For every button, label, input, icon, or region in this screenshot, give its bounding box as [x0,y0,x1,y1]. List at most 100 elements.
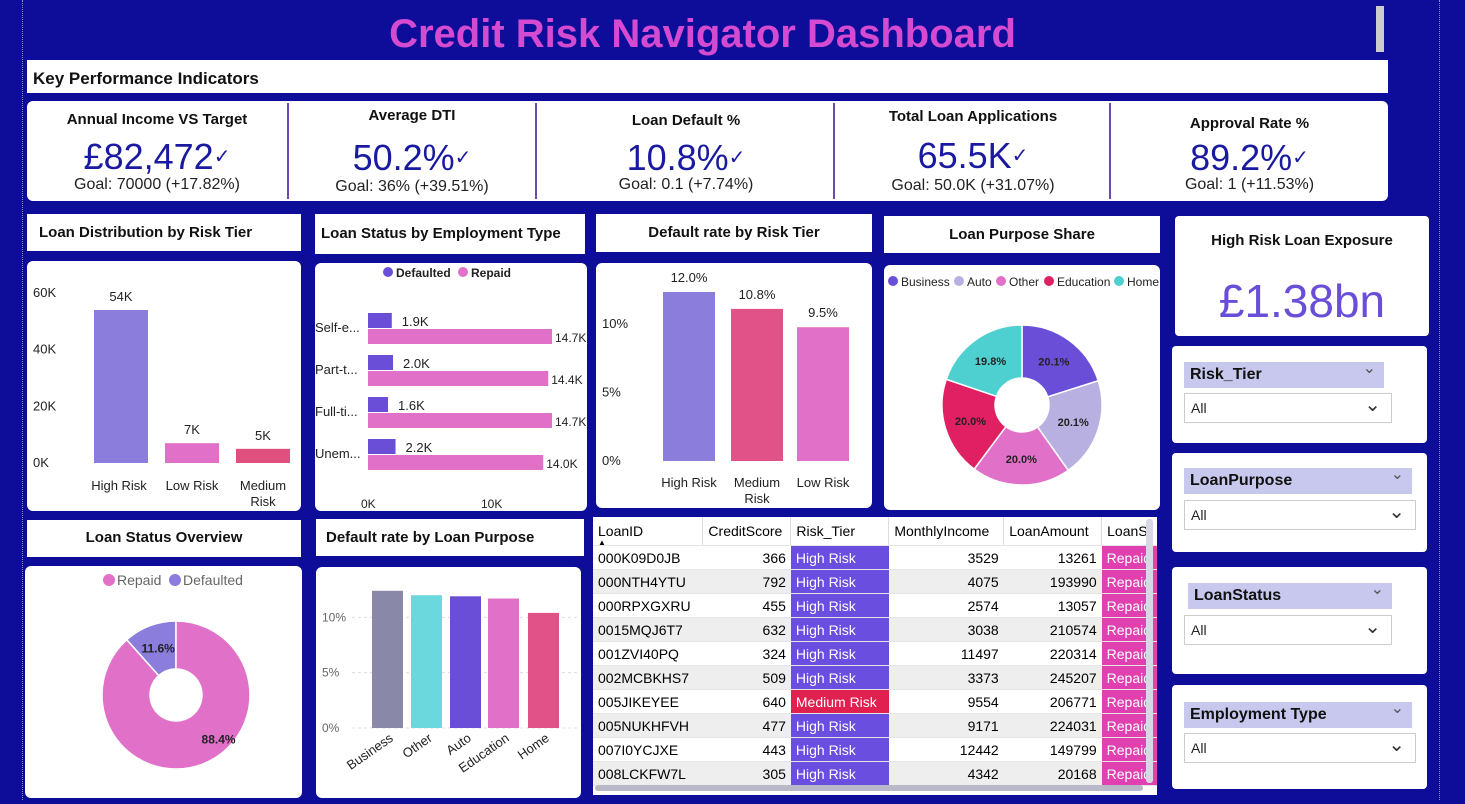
table-row[interactable]: 005JIKEYEE 640 Medium Risk 9554 206771 Repaid [593,689,1157,714]
table-cell: 443 [702,737,791,762]
risk-tier-chart: 0K 20K 40K 60K 54K 7K 5K High Risk Low Risk Mediu… [27,261,301,511]
slicer-label[interactable]: Employment Type ⌄ [1184,700,1412,728]
legend-marker [954,276,964,286]
table-cell: 007I0YCJXE [593,737,703,762]
data-label: 9.5% [808,305,838,320]
table-cell: High Risk [790,545,889,570]
data-label: 14.7K [555,331,586,345]
bar [731,308,783,461]
data-label: 20.0% [1006,454,1037,466]
data-label: 7K [184,422,200,437]
data-label: 88.4% [202,733,236,747]
column-header[interactable]: LoanID ▲ [593,517,704,546]
bar [411,595,442,728]
table-cell: High Risk [790,569,889,594]
y-tick-label: 5% [322,666,340,680]
slicer-dropdown[interactable]: All ⌄ [1184,733,1416,763]
y-tick-label: Self-e... [315,320,360,335]
table-row[interactable]: 000RPXGXRU 455 High Risk 2574 13057 Repaid [593,593,1157,618]
table-row[interactable]: 007I0YCJXE 443 High Risk 12442 149799 Repaid [593,737,1157,762]
column-header[interactable]: MonthlyIncome [888,517,1005,546]
table-row[interactable]: 002MCBKHS7 509 High Risk 3373 245207 Repaid [593,665,1157,690]
status-overview-chart-title: Loan Status Overview [27,520,301,557]
slicer-label[interactable]: Risk_Tier ⌄ [1184,360,1384,388]
kpi-card: Total Loan Applications 65.5K✓ Goal: 50.… [835,101,1111,201]
legend-label: Defaulted [183,572,243,588]
slicer-label[interactable]: LoanStatus ⌄ [1188,581,1392,609]
table-row[interactable]: 000NTH4YTU 792 High Risk 4075 193990 Repaid [593,569,1157,594]
status-overview-chart: Repaid Defaulted 11.6% 88.4% [25,566,302,798]
kpi-value: 65.5K✓ [835,135,1111,177]
slicer-value: All [1191,622,1207,638]
exposure-card: High Risk Loan Exposure £1.38bn [1175,216,1429,336]
legend-marker [1044,276,1054,286]
table-cell: 002MCBKHS7 [593,665,703,690]
table-cell: 12442 [888,737,1004,762]
table-cell: 224031 [1003,713,1102,738]
y-tick-label: 0% [322,721,340,735]
column-header[interactable]: LoanAmount [1003,517,1103,546]
slicer-dropdown[interactable]: All ⌄ [1184,615,1392,645]
slicer-dropdown[interactable]: All ⌄ [1184,393,1392,423]
table-cell: High Risk [790,713,889,738]
data-label: 19.8% [975,356,1006,368]
loan-table[interactable]: LoanID ▲ CreditScore Risk_Tier MonthlyIncome… [593,517,1157,795]
kpi-goal: Goal: 50.0K (+31.07%) [891,177,1055,194]
table-cell: 000K09D0JB [593,545,703,570]
table-row[interactable]: 005NUKHFVH 477 High Risk 9171 224031 Repaid [593,713,1157,738]
bar-defaulted [368,355,394,370]
bar [165,443,219,463]
data-label: 20.0% [955,416,986,428]
legend-marker [888,276,898,286]
data-label: 1.9K [402,314,429,329]
column-header[interactable]: CreditScore [702,517,792,546]
kpi-divider [1109,103,1111,199]
column-header[interactable]: Risk_Tier [790,517,890,546]
bar [488,598,519,728]
slicer-label-text: Employment Type [1190,706,1327,723]
data-label: 1.6K [398,398,425,413]
risk-tier-title-text: Loan Distribution by Risk Tier [39,224,253,241]
x-tick-label: Low Risk [797,475,850,490]
table-cell: 206771 [1003,689,1102,714]
kpi-section-header: Key Performance Indicators [27,60,1388,93]
risk-tier-chart-title: Loan Distribution by Risk Tier [27,214,301,251]
table-cell: 13057 [1003,593,1102,618]
table-row[interactable]: 008LCKFW7L 305 High Risk 4342 20168 Repaid [593,761,1157,786]
table-cell: 640 [702,689,791,714]
slicer-label-text: Risk_Tier [1190,366,1262,383]
purpose-share-chart-svg: Business Auto Other Education Home 20.1% 20.1%… [888,275,1159,486]
slicer-label-text: LoanStatus [1194,587,1282,604]
default-tier-chart-svg: 0% 5% 10% 12.0% 10.8% 9.5% High Risk MediumRisk… [602,270,850,506]
kpi-card: Annual Income VS Target £82,472✓ Goal: 7… [27,101,287,201]
table-cell: High Risk [790,641,889,666]
table-cell: 008LCKFW7L [593,761,703,786]
bar-defaulted [368,397,389,412]
table-cell: 0015MQJ6T7 [593,617,703,642]
table-vertical-scrollbar[interactable] [1146,519,1153,783]
table-cell: 193990 [1003,569,1102,594]
employment-chart-title: Loan Status by Employment Type [315,214,585,254]
chevron-down-icon: ⌄ [1364,616,1381,638]
y-tick-label: 10% [322,610,346,624]
loan-table-grid: LoanID ▲ CreditScore Risk_Tier MonthlyIncome… [593,517,1157,786]
check-icon: ✓ [1011,145,1029,167]
y-tick-label: Full-ti... [315,404,358,419]
table-cell: 000RPXGXRU [593,593,703,618]
kpi-divider [833,103,835,199]
purpose-share-chart: Business Auto Other Education Home 20.1% 20.1%… [884,265,1160,510]
default-purpose-chart-title: Default rate by Loan Purpose [316,519,584,556]
legend-marker [103,574,115,586]
default-tier-chart-title: Default rate by Risk Tier [596,214,872,252]
table-horizontal-scrollbar[interactable] [595,785,1143,791]
x-tick-label: High Risk [661,475,717,490]
data-label: 10.8% [739,287,776,302]
table-row[interactable]: 0015MQJ6T7 632 High Risk 3038 210574 Repaid [593,617,1157,642]
slicer-value: All [1191,740,1207,756]
table-cell: 001ZVI40PQ [593,641,703,666]
y-tick-label: Unem... [315,446,361,461]
slicer-dropdown[interactable]: All ⌄ [1184,500,1416,530]
table-row[interactable]: 001ZVI40PQ 324 High Risk 11497 220314 Repaid [593,641,1157,666]
slicer-label[interactable]: LoanPurpose ⌄ [1184,466,1412,494]
table-row[interactable]: 000K09D0JB 366 High Risk 3529 13261 Repaid [593,545,1157,570]
